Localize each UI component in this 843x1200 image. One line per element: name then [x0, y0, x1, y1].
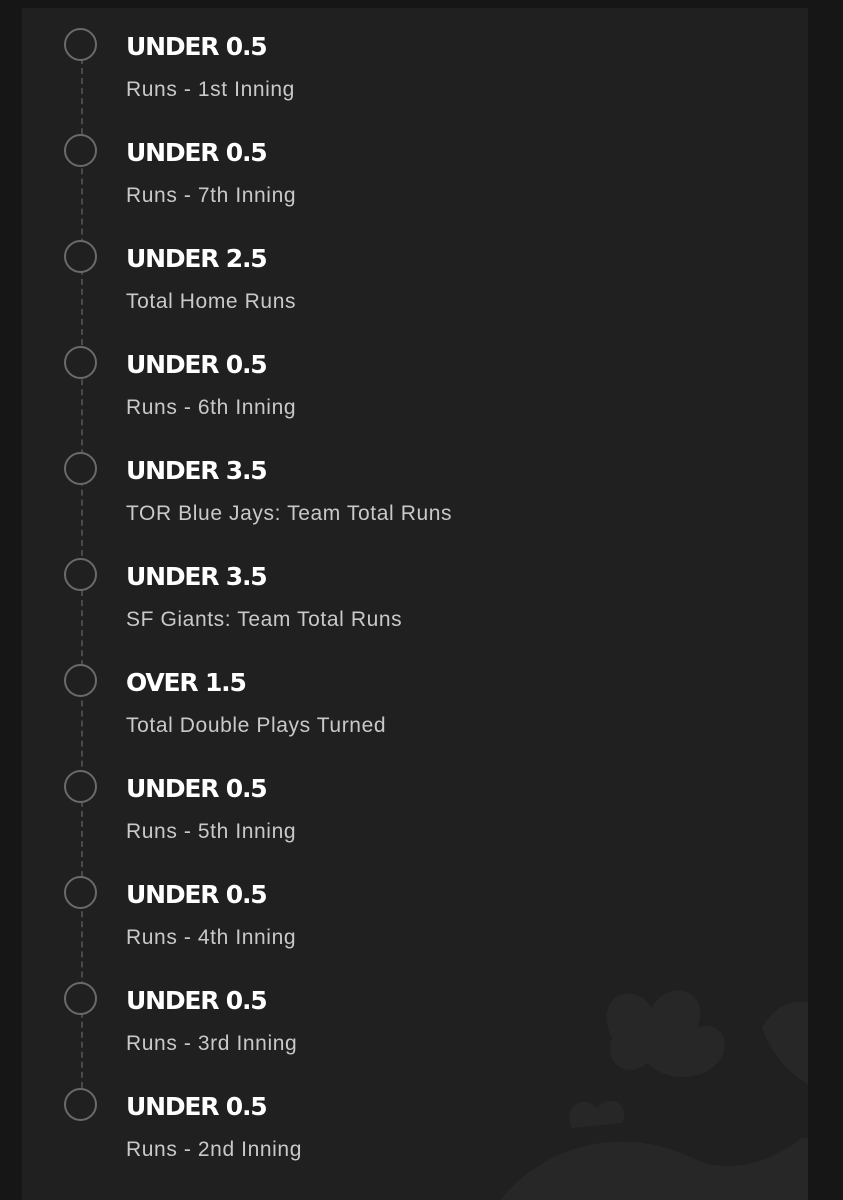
leg-market: Total Double Plays Turned: [126, 714, 387, 737]
circle-outline-icon: [64, 1088, 97, 1121]
leg-market: Runs - 2nd Inning: [126, 1138, 302, 1161]
leg-pick: UNDER 2.5: [126, 244, 268, 273]
bet-leg-row: UNDER 3.5 TOR Blue Jays: Team Total Runs: [22, 432, 808, 538]
leg-pick: UNDER 0.5: [126, 350, 268, 379]
leg-market: TOR Blue Jays: Team Total Runs: [126, 502, 453, 525]
leg-market: Runs - 6th Inning: [126, 396, 297, 419]
leg-pick: UNDER 3.5: [126, 562, 268, 591]
bet-leg-row: UNDER 0.5 Runs - 4th Inning: [22, 856, 808, 962]
bet-leg-row: OVER 1.5 Total Double Plays Turned: [22, 644, 808, 750]
leg-market: Runs - 5th Inning: [126, 820, 297, 843]
leg-pick: UNDER 0.5: [126, 1092, 268, 1121]
bet-leg-row: UNDER 0.5 Runs - 1st Inning: [22, 8, 808, 114]
leg-market: Runs - 7th Inning: [126, 184, 297, 207]
circle-outline-icon: [64, 134, 97, 167]
bet-leg-row: UNDER 2.5 Total Home Runs: [22, 220, 808, 326]
circle-outline-icon: [64, 982, 97, 1015]
bet-legs-panel: UNDER 0.5 Runs - 1st Inning UNDER 0.5 Runs …: [22, 8, 808, 1200]
leg-market: Runs - 4th Inning: [126, 926, 297, 949]
leg-market: Runs - 1st Inning: [126, 78, 295, 101]
circle-outline-icon: [64, 28, 97, 61]
bet-leg-row: UNDER 0.5 Runs - 3rd Inning: [22, 962, 808, 1068]
circle-outline-icon: [64, 664, 97, 697]
circle-outline-icon: [64, 240, 97, 273]
bet-leg-row: UNDER 3.5 SF Giants: Team Total Runs: [22, 538, 808, 644]
leg-pick: UNDER 0.5: [126, 880, 268, 909]
leg-pick: UNDER 0.5: [126, 774, 268, 803]
bet-leg-row: UNDER 0.5 Runs - 7th Inning: [22, 114, 808, 220]
leg-market: Runs - 3rd Inning: [126, 1032, 298, 1055]
circle-outline-icon: [64, 452, 97, 485]
leg-pick: OVER 1.5: [126, 668, 247, 697]
leg-market: SF Giants: Team Total Runs: [126, 608, 403, 631]
circle-outline-icon: [64, 876, 97, 909]
leg-pick: UNDER 0.5: [126, 32, 268, 61]
leg-market: Total Home Runs: [126, 290, 297, 313]
circle-outline-icon: [64, 346, 97, 379]
leg-pick: UNDER 3.5: [126, 456, 268, 485]
circle-outline-icon: [64, 770, 97, 803]
circle-outline-icon: [64, 558, 97, 591]
leg-pick: UNDER 0.5: [126, 986, 268, 1015]
bet-leg-row: UNDER 0.5 Runs - 2nd Inning: [22, 1068, 808, 1174]
bet-leg-row: UNDER 0.5 Runs - 6th Inning: [22, 326, 808, 432]
bet-leg-row: UNDER 0.5 Runs - 5th Inning: [22, 750, 808, 856]
leg-pick: UNDER 0.5: [126, 138, 268, 167]
